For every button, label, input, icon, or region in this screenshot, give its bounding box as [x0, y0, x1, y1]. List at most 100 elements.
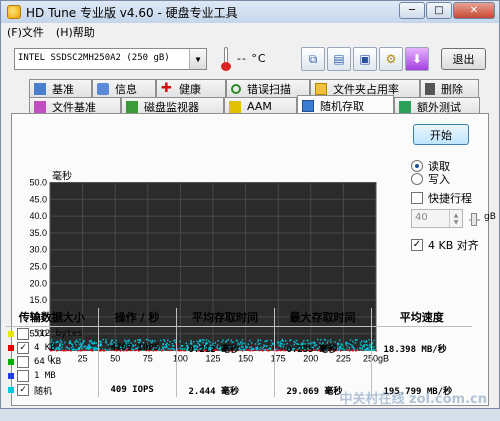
header-transfer-size: 传输数据大小	[6, 308, 98, 327]
ops-value	[97, 369, 176, 383]
series-checkbox[interactable]: ✓	[17, 342, 29, 354]
avg-access-value	[175, 326, 274, 341]
menu-file[interactable]: (F)文件	[1, 24, 50, 40]
app-icon	[7, 5, 21, 19]
max-access-value: 0.235 毫秒	[273, 341, 371, 355]
ops-value	[97, 326, 176, 341]
minimize-button[interactable]: ─	[399, 2, 425, 19]
series-checkbox[interactable]	[17, 356, 29, 368]
write-option[interactable]: 写入	[411, 171, 450, 187]
avg-access-value: 0.212 毫秒	[175, 341, 274, 355]
drive-select-value: INTEL SSDSC2MH250A2 (250 gB)	[18, 53, 170, 63]
ops-value	[97, 355, 176, 369]
watermark: 中关村在线 zol.com.cn	[339, 392, 487, 407]
document-icon	[34, 100, 46, 113]
avg-speed-value	[370, 369, 472, 383]
series-label: 4 KB	[34, 343, 56, 353]
y-tick-label: 15.0	[29, 295, 47, 305]
search-icon	[231, 83, 241, 94]
start-button[interactable]: 开始	[413, 124, 469, 145]
header-ops: 操作 / 秒	[97, 308, 176, 327]
plus-icon: ✚	[161, 80, 172, 96]
legend-cell: ✓ 4 KB	[6, 341, 98, 355]
legend-cell: 512 bytes	[6, 327, 98, 342]
series-color-swatch	[8, 373, 14, 379]
test-icon	[399, 100, 411, 113]
tab-health[interactable]: ✚ 健康	[156, 79, 226, 97]
quick-test-option[interactable]: 快捷行程	[411, 190, 472, 206]
quick-test-size-input[interactable]: 40 ▲ ▼	[411, 209, 463, 228]
header-avg-access: 平均存取时间	[175, 308, 274, 327]
exit-button[interactable]: 退出	[441, 48, 486, 70]
avg-access-value	[175, 355, 274, 369]
write-radio[interactable]	[411, 173, 423, 185]
align-4k-option[interactable]: ✓ 4 KB 对齐	[411, 237, 479, 253]
tab-row-primary: 基准 信息 ✚ 健康 错误扫描 文件夹占用率 删除	[29, 79, 479, 97]
y-tick-label: 40.0	[29, 211, 47, 221]
tab-benchmark[interactable]: 基准	[29, 79, 92, 97]
maximize-button[interactable]: □	[426, 2, 452, 19]
floppy-icon: ▣	[359, 52, 371, 66]
table-row: 512 bytes	[6, 326, 472, 342]
tab-info[interactable]: 信息	[92, 79, 156, 97]
clipboard-icon: ▤	[333, 52, 345, 66]
ops-value: 4709 IOPS	[97, 341, 176, 355]
align-4k-checkbox[interactable]: ✓	[411, 239, 423, 251]
tab-delete[interactable]: 删除	[420, 79, 479, 97]
header-avg-speed: 平均速度	[370, 308, 472, 327]
arrow-down-icon: ⬇	[411, 52, 423, 66]
y-axis-label: 毫秒	[52, 170, 72, 183]
gear-icon: ⚙	[385, 52, 397, 66]
quick-test-checkbox[interactable]	[411, 192, 423, 204]
table-row: ✓ 4 KB 4709 IOPS 0.212 毫秒 0.235 毫秒 18.398 MB/…	[6, 341, 472, 355]
menu-help[interactable]: (H)帮助	[50, 24, 101, 40]
info-icon	[97, 82, 109, 95]
y-tick-label: 30.0	[29, 245, 47, 255]
tab-random-access[interactable]: 随机存取	[297, 95, 394, 115]
options-button[interactable]: ⚙	[379, 47, 403, 71]
series-checkbox[interactable]	[17, 328, 29, 340]
app-window: HD Tune 专业版 v4.60 - 硬盘专业工具 ─ □ ✕ (F)文件 (…	[0, 0, 500, 409]
y-tick-label: 50.0	[29, 178, 47, 188]
y-tick-label: 25.0	[29, 262, 47, 272]
max-access-value	[273, 355, 371, 369]
series-checkbox[interactable]: ✓	[17, 384, 29, 396]
series-color-swatch	[8, 387, 14, 393]
spinner-arrows-icon[interactable]: ▲ ▼	[449, 210, 462, 227]
copy-info-button[interactable]: ⧉	[301, 47, 325, 71]
max-access-value	[273, 369, 371, 383]
avg-access-value: 2.444 毫秒	[175, 383, 274, 397]
avg-speed-value: 18.398 MB/秒	[370, 341, 472, 355]
ops-value: 409 IOPS	[97, 383, 176, 397]
drive-select[interactable]: INTEL SSDSC2MH250A2 (250 gB) ▼	[14, 48, 207, 70]
random-access-icon	[302, 99, 314, 112]
menu-bar: (F)文件 (H)帮助	[1, 23, 499, 41]
chevron-down-icon[interactable]: ▼	[189, 49, 206, 69]
series-label: 512 bytes	[34, 329, 83, 339]
toolbar: INTEL SSDSC2MH250A2 (250 gB) ▼ -- °C ⧉ ▤…	[1, 43, 499, 75]
y-tick-label: 20.0	[29, 278, 47, 288]
table-row: 64 KB	[6, 355, 472, 369]
table-row: 1 MB	[6, 369, 472, 383]
monitor-icon	[126, 100, 138, 113]
series-label: 随机	[34, 386, 53, 397]
copy-icon: ⧉	[308, 51, 318, 66]
y-tick-label: 45.0	[29, 194, 47, 204]
series-color-swatch	[8, 359, 14, 365]
results-table: 传输数据大小 操作 / 秒 平均存取时间 最大存取时间 平均速度 512 byt…	[6, 308, 472, 397]
title-bar[interactable]: HD Tune 专业版 v4.60 - 硬盘专业工具 ─ □ ✕	[1, 1, 499, 23]
download-button[interactable]: ⬇	[405, 47, 429, 71]
folder-icon	[315, 82, 327, 95]
save-button[interactable]: ▣	[353, 47, 377, 71]
series-checkbox[interactable]	[17, 370, 29, 382]
avg-speed-value	[370, 326, 472, 341]
close-button[interactable]: ✕	[453, 2, 495, 19]
legend-cell: 1 MB	[6, 369, 98, 383]
window-title: HD Tune 专业版 v4.60 - 硬盘专业工具	[26, 5, 238, 20]
copy-screenshot-button[interactable]: ▤	[327, 47, 351, 71]
chart-icon	[34, 82, 46, 95]
temperature-value: -- °C	[237, 52, 267, 65]
avg-access-value	[175, 369, 274, 383]
legend-cell: 64 KB	[6, 355, 98, 369]
series-label: 64 KB	[34, 357, 62, 367]
